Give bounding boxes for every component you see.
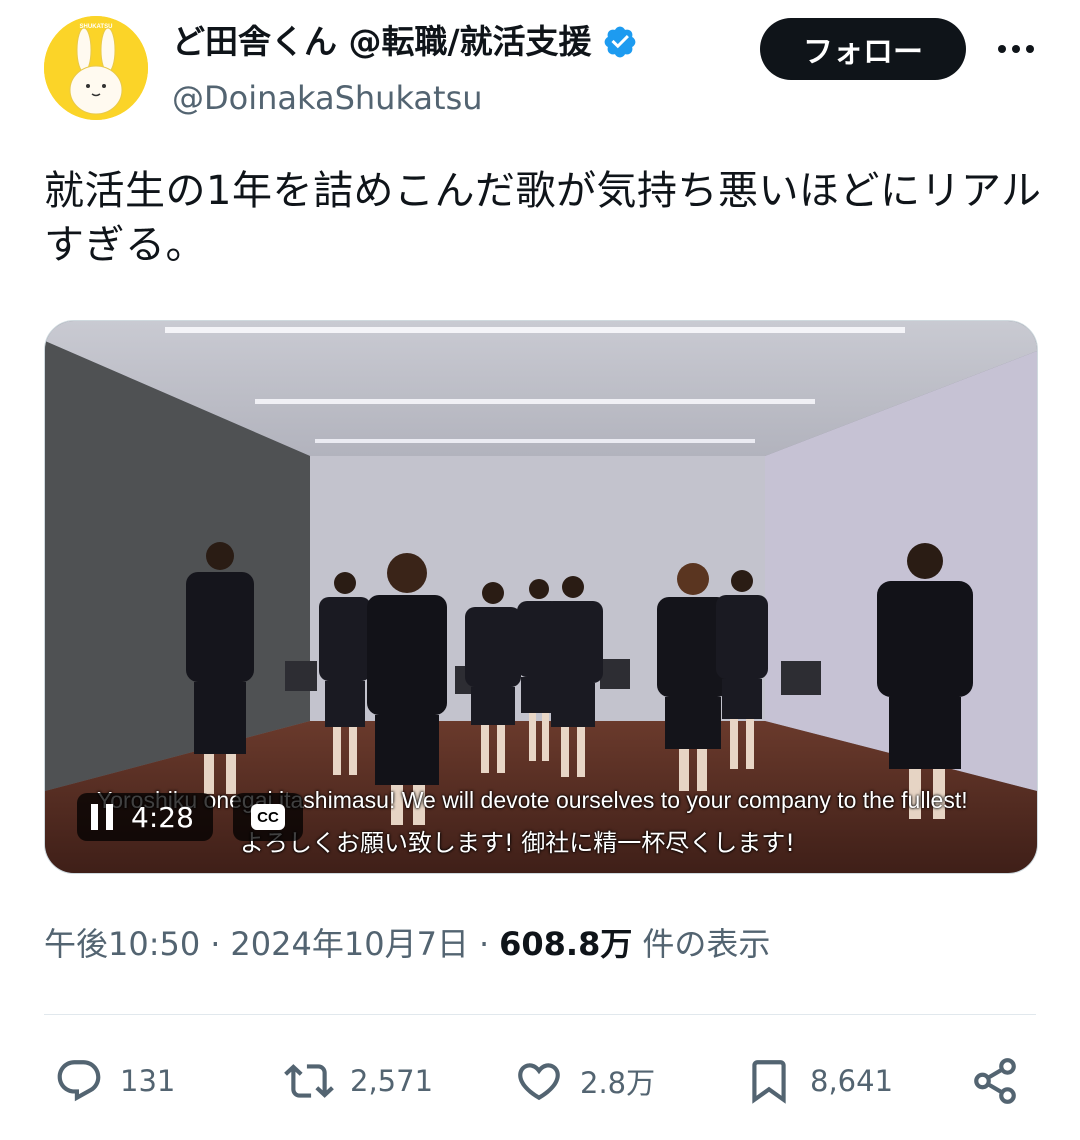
tweet-text: 就活生の1年を詰めこんだ歌が気持ち悪いほどにリアルすぎる。 — [44, 168, 1042, 268]
separator: · — [210, 925, 221, 963]
tweet-meta: 午後10:50 · 2024年10月7日 · 608.8万 件の表示 — [44, 916, 770, 972]
repost-icon — [284, 1064, 334, 1098]
heart-icon — [518, 1063, 560, 1101]
share-button[interactable] — [970, 1046, 1020, 1116]
repost-button[interactable]: 2,571 — [284, 1046, 433, 1116]
bookmark-count: 8,641 — [810, 1064, 894, 1098]
video-subtitle-japanese: よろしくお願い致します! 御社に精一杯尽くします! — [240, 829, 795, 857]
bookmark-button[interactable]: 8,641 — [744, 1046, 893, 1116]
display-name[interactable]: ど田舎くん @転職/就活支援 — [172, 16, 592, 68]
video-subtitle-english: Yoroshiku onegai itashimasu! We will dev… — [97, 787, 968, 813]
pause-button[interactable]: 4:28 — [77, 793, 213, 841]
reply-button[interactable]: 131 — [54, 1046, 175, 1116]
share-icon — [974, 1058, 1016, 1104]
rabbit-avatar-icon: SHUKATSU — [44, 16, 148, 120]
repost-count: 2,571 — [350, 1064, 434, 1098]
verified-badge-icon — [602, 24, 638, 60]
like-count: 2.8万 — [580, 1066, 656, 1100]
like-button[interactable]: 2.8万 — [514, 1046, 655, 1116]
display-name-row[interactable]: ど田舎くん @転職/就活支援 — [172, 16, 638, 68]
view-count: 608.8万 — [499, 925, 633, 963]
reply-count: 131 — [120, 1064, 176, 1098]
video-time: 4:28 — [131, 800, 194, 834]
view-count-label: 件の表示 — [642, 925, 771, 963]
action-bar: 131 2,571 2.8万 8,641 — [0, 1046, 1080, 1116]
divider — [44, 1014, 1036, 1015]
video-player[interactable]: Yoroshiku onegai itashimasu! We will dev… — [44, 320, 1038, 874]
post-time[interactable]: 午後10:50 — [44, 916, 200, 972]
reply-icon — [57, 1060, 101, 1102]
handle[interactable]: @DoinakaShukatsu — [172, 72, 638, 124]
follow-button[interactable]: フォロー — [760, 18, 966, 80]
bookmark-icon — [752, 1060, 786, 1104]
captions-button[interactable]: CC — [233, 793, 303, 841]
post-date[interactable]: 2024年10月7日 — [230, 916, 469, 972]
pause-icon — [91, 804, 113, 830]
tweet-header: SHUKATSU ど田舎くん @転職/就活支援 @DoinakaShukatsu… — [0, 0, 1080, 140]
avatar[interactable]: SHUKATSU — [44, 16, 148, 120]
closed-captions-icon: CC — [251, 804, 285, 830]
more-options-icon[interactable] — [988, 26, 1044, 72]
separator: · — [478, 925, 490, 963]
